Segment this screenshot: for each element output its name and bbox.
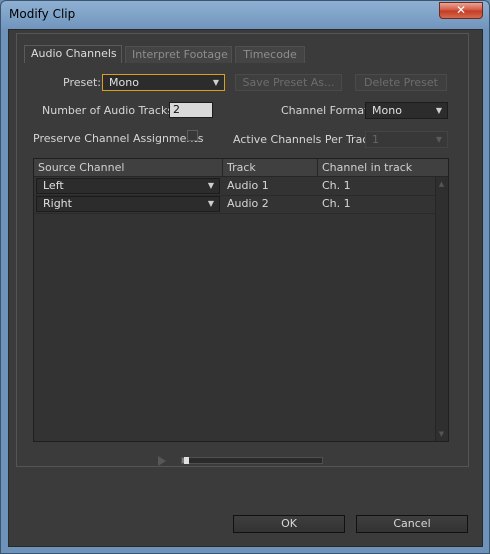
table-header: Source Channel Track Channel in track bbox=[34, 159, 448, 177]
chevron-down-icon: ▼ bbox=[207, 199, 215, 208]
channel-format-label: Channel Format: bbox=[281, 104, 373, 117]
channel-table: Source Channel Track Channel in track Le… bbox=[33, 158, 449, 442]
column-header-track[interactable]: Track bbox=[223, 159, 318, 176]
chevron-down-icon: ▼ bbox=[435, 106, 443, 115]
active-channels-dropdown[interactable]: 1 ▼ bbox=[365, 131, 448, 148]
channel-format-value: Mono bbox=[372, 104, 402, 117]
chevron-down-icon: ▼ bbox=[435, 135, 443, 144]
chevron-down-icon: ▼ bbox=[212, 78, 220, 87]
window-title: Modify Clip bbox=[9, 7, 76, 21]
close-button[interactable]: ✕ bbox=[439, 2, 483, 19]
modify-clip-window: Modify Clip ✕ Audio Channels Interpret F… bbox=[0, 0, 490, 554]
tab-audio-channels[interactable]: Audio Channels bbox=[24, 45, 122, 63]
track-cell: Audio 2 bbox=[227, 197, 269, 210]
channel-cell: Ch. 1 bbox=[322, 179, 351, 192]
progress-thumb[interactable] bbox=[184, 457, 189, 464]
column-header-source[interactable]: Source Channel bbox=[34, 159, 223, 176]
source-channel-dropdown[interactable]: Left ▼ bbox=[36, 178, 220, 194]
preset-value: Mono bbox=[109, 76, 139, 89]
table-row[interactable]: Right ▼ Audio 2 Ch. 1 bbox=[34, 195, 436, 214]
source-channel-dropdown[interactable]: Right ▼ bbox=[36, 196, 220, 212]
audio-tracks-label: Number of Audio Tracks: bbox=[42, 104, 177, 117]
channel-format-dropdown[interactable]: Mono ▼ bbox=[365, 102, 448, 119]
audio-tracks-input[interactable]: 2 bbox=[169, 102, 213, 118]
ok-button[interactable]: OK bbox=[233, 515, 345, 533]
playback-progress-bar[interactable] bbox=[181, 457, 323, 464]
tab-interpret-footage[interactable]: Interpret Footage bbox=[125, 46, 232, 63]
preset-label: Preset: bbox=[63, 76, 102, 89]
title-bar[interactable]: Modify Clip ✕ bbox=[1, 1, 489, 29]
chevron-down-icon: ▼ bbox=[207, 181, 215, 190]
active-channels-value: 1 bbox=[372, 133, 379, 146]
source-channel-value: Right bbox=[43, 197, 72, 210]
table-scrollbar[interactable]: ▲ ▼ bbox=[435, 177, 448, 441]
column-header-channel[interactable]: Channel in track bbox=[318, 159, 448, 176]
scroll-up-icon[interactable]: ▲ bbox=[436, 179, 447, 189]
tab-timecode[interactable]: Timecode bbox=[235, 46, 305, 63]
active-channels-label: Active Channels Per Track: bbox=[233, 133, 379, 146]
track-cell: Audio 1 bbox=[227, 179, 269, 192]
preserve-assignments-label: Preserve Channel Assignments bbox=[33, 132, 204, 145]
scroll-down-icon[interactable]: ▼ bbox=[436, 429, 447, 439]
play-icon[interactable] bbox=[158, 456, 166, 466]
cancel-button[interactable]: Cancel bbox=[356, 515, 468, 533]
preserve-assignments-checkbox[interactable] bbox=[187, 130, 198, 141]
delete-preset-button[interactable]: Delete Preset bbox=[355, 74, 447, 91]
save-preset-button[interactable]: Save Preset As... bbox=[235, 74, 342, 91]
channel-cell: Ch. 1 bbox=[322, 197, 351, 210]
preset-dropdown[interactable]: Mono ▼ bbox=[102, 74, 225, 91]
close-icon: ✕ bbox=[455, 3, 467, 17]
source-channel-value: Left bbox=[43, 179, 64, 192]
table-row[interactable]: Left ▼ Audio 1 Ch. 1 bbox=[34, 177, 436, 196]
